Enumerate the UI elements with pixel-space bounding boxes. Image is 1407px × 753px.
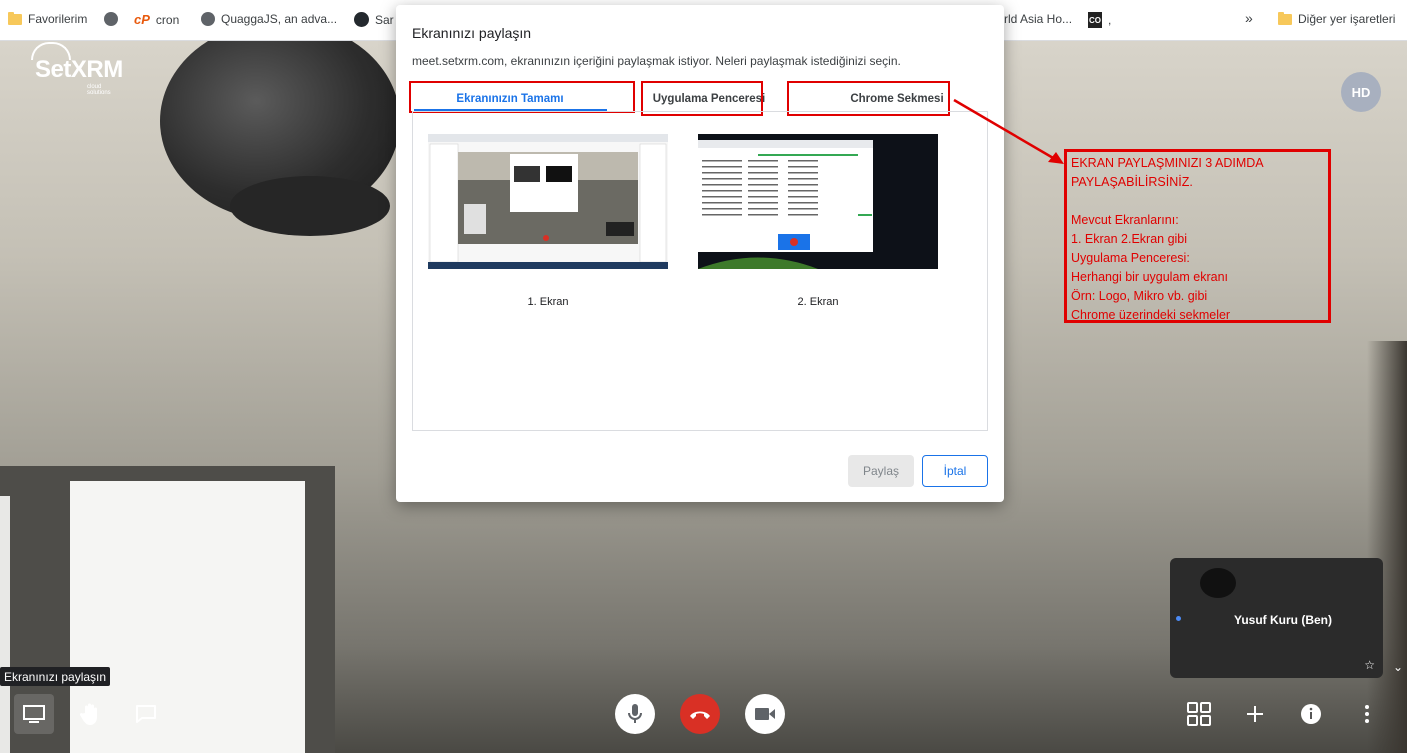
globe-icon — [104, 12, 118, 26]
screen-thumbnail-1[interactable] — [428, 134, 668, 269]
tile-view-button[interactable] — [1182, 697, 1216, 731]
chevron-down-icon[interactable]: ⌄ — [1393, 660, 1403, 674]
grid-icon — [1187, 702, 1211, 726]
folder-icon — [8, 11, 22, 25]
cancel-button[interactable]: İptal — [922, 455, 988, 487]
screen-label-2: 2. Ekran — [797, 296, 839, 308]
video-camera-icon — [755, 708, 775, 720]
bookmark-other[interactable]: Diğer yer işaretleri — [1278, 11, 1395, 26]
add-button[interactable] — [1238, 697, 1272, 731]
annotation-note: EKRAN PAYLAŞMINIZI 3 ADIMDA PAYLAŞABİLİR… — [1064, 149, 1331, 323]
hand-icon — [80, 703, 97, 725]
raise-hand-button[interactable] — [74, 697, 108, 731]
share-button[interactable]: Paylaş — [848, 455, 914, 487]
chat-button[interactable] — [129, 697, 163, 731]
bookmark-world-asia[interactable]: rld Asia Ho... — [1004, 12, 1072, 26]
hangup-button[interactable] — [680, 694, 720, 734]
self-view-name: Yusuf Kuru (Ben) — [1234, 613, 1332, 627]
screen-list-panel: 1. Ekran 2. Ekran — [412, 111, 988, 431]
screen-thumbnail-2[interactable] — [698, 134, 938, 269]
plus-icon — [1247, 706, 1263, 722]
self-view-tile[interactable]: Yusuf Kuru (Ben) ☆ — [1170, 558, 1383, 678]
pin-star-icon[interactable]: ☆ — [1364, 658, 1375, 672]
info-button[interactable] — [1294, 697, 1328, 731]
bookmark-github[interactable]: Sar — [354, 12, 394, 27]
bookmarks-more-button[interactable]: » — [1245, 10, 1253, 26]
more-options-button[interactable] — [1350, 697, 1384, 731]
video-ceiling-light-base — [230, 176, 390, 236]
microphone-button[interactable] — [615, 694, 655, 734]
bookmark-quaggajs[interactable]: QuaggaJS, an adva... — [201, 12, 337, 26]
bookmark-favorilerim[interactable]: Favorilerim — [8, 11, 87, 26]
screen-preview-1 — [428, 134, 668, 269]
annotation-arrow — [953, 98, 1064, 164]
bookmark-globe[interactable] — [104, 12, 118, 26]
bookmark-cron[interactable]: cP cron — [134, 12, 179, 27]
setxrm-logo: SetXRM cloud solutions — [31, 42, 123, 96]
co-icon: CO — [1088, 12, 1102, 28]
globe-icon — [201, 12, 215, 26]
chat-icon — [136, 705, 156, 723]
avatar[interactable]: HD — [1341, 72, 1381, 112]
self-indicator-dot — [1176, 616, 1181, 621]
dialog-title: Ekranınızı paylaşın — [412, 25, 532, 41]
github-icon — [354, 12, 369, 27]
self-view-video — [1200, 568, 1236, 598]
video-side-shadow — [1367, 341, 1407, 753]
share-screen-button[interactable] — [14, 694, 54, 734]
more-vertical-icon — [1365, 705, 1369, 723]
cpanel-icon: cP — [134, 12, 150, 27]
bookmark-co[interactable]: CO , — [1088, 12, 1111, 28]
microphone-icon — [628, 704, 642, 723]
camera-button[interactable] — [745, 694, 785, 734]
monitor-icon — [23, 705, 45, 723]
tab-application-window[interactable]: Uygulama Penceresi — [644, 84, 774, 114]
screen-preview-2 — [698, 134, 938, 269]
folder-icon — [1278, 11, 1292, 25]
screen-label-1: 1. Ekran — [527, 296, 569, 308]
share-screen-dialog: Ekranınızı paylaşın meet.setxrm.com, ekr… — [396, 5, 1004, 502]
info-icon — [1301, 704, 1321, 724]
dialog-description: meet.setxrm.com, ekranınızın içeriğini p… — [412, 54, 901, 68]
hangup-phone-icon — [690, 711, 710, 719]
video-window-pane-left — [0, 496, 10, 753]
share-screen-tooltip: Ekranınızı paylaşın — [0, 667, 111, 686]
